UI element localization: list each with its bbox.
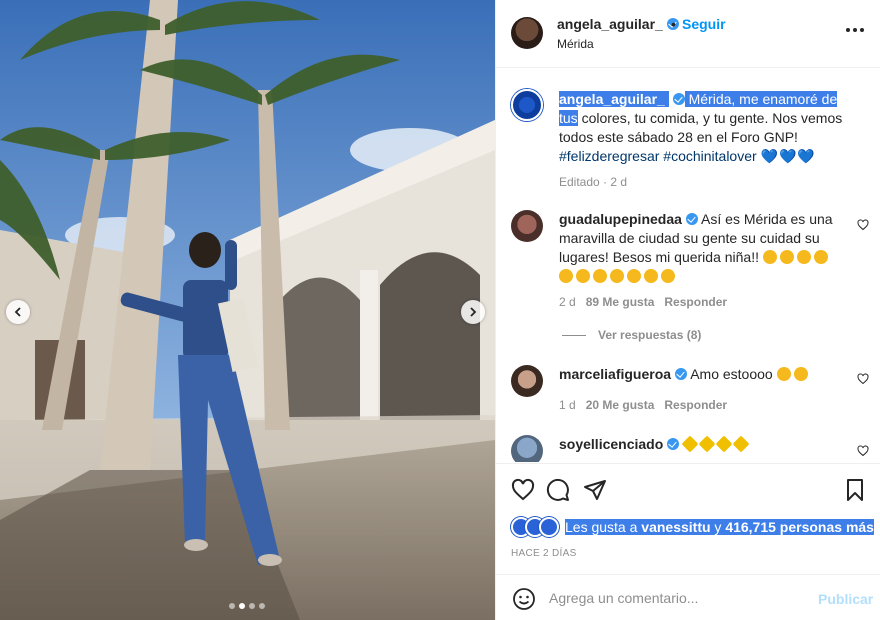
hashtag-link[interactable]: #felizderegresar (559, 148, 659, 164)
blue-hearts-emoji: 💙💙💙 (760, 148, 816, 164)
comment-likes-count[interactable]: 20 Me gusta (586, 398, 655, 412)
caption-edited-time: Editado · 2 d (559, 175, 628, 189)
post-actions: Les gusta a vanessittu y 416,715 persona… (496, 463, 880, 573)
post-photo[interactable] (0, 0, 495, 620)
carousel-indicator (229, 603, 265, 609)
caption-author-avatar[interactable] (511, 89, 543, 121)
like-comment-heart-icon[interactable] (857, 373, 869, 385)
commenter-username[interactable]: marceliafigueroa (559, 366, 671, 382)
verified-badge-icon (672, 93, 685, 105)
post-sidebar: angela_aguilar_ • Seguir Mérida angela_a… (495, 0, 880, 620)
separator-dot: • (671, 16, 676, 32)
more-options-icon[interactable] (846, 28, 866, 36)
like-comment-heart-icon[interactable] (857, 445, 869, 457)
likes-text: Les gusta a vanessittu y 416,715 persona… (565, 519, 874, 535)
sparkle-emoji (681, 435, 751, 453)
commenter-avatar[interactable] (511, 365, 543, 397)
post-header: angela_aguilar_ • Seguir Mérida (496, 0, 880, 68)
save-bookmark-icon[interactable] (843, 478, 867, 502)
caption-text: colores, tu comida, y tu gente. Nos vemo… (559, 110, 843, 145)
likes-summary[interactable]: Les gusta a vanessittu y 416,715 persona… (511, 517, 874, 537)
author-avatar[interactable] (511, 17, 543, 49)
hashtag-link[interactable]: #cochinitalover (663, 148, 756, 164)
photo-scene (0, 0, 495, 620)
share-paper-plane-icon[interactable] (583, 478, 607, 502)
commenter-avatar[interactable] (511, 210, 543, 242)
add-comment-input[interactable] (549, 588, 799, 608)
chevron-left-icon (14, 307, 21, 317)
liker-avatar (539, 517, 559, 537)
follow-button[interactable]: Seguir (682, 16, 726, 32)
carousel-dot-active (239, 603, 245, 609)
add-comment-bar: Publicar (496, 574, 880, 620)
publish-comment-button[interactable]: Publicar (818, 591, 873, 607)
comment-text: soyellicenciado (559, 435, 839, 454)
caption-username[interactable]: angela_aguilar_ (559, 91, 665, 107)
heart-eyes-emoji (776, 366, 811, 382)
post-caption: angela_aguilar_ Mérida, me enamoré de tu… (559, 90, 859, 166)
commenter-username[interactable]: guadalupepinedaa (559, 211, 682, 227)
comment-meta: 2 d 89 Me gusta Responder (559, 295, 728, 309)
carousel-dot (249, 603, 255, 609)
reply-button[interactable]: Responder (664, 398, 727, 412)
instagram-post-modal: angela_aguilar_ • Seguir Mérida angela_a… (0, 0, 880, 620)
like-heart-icon[interactable] (511, 478, 535, 502)
chevron-right-icon (470, 307, 477, 317)
commenter-username[interactable]: soyellicenciado (559, 436, 663, 452)
comment-bubble-icon[interactable] (546, 478, 570, 502)
previous-photo-button[interactable] (6, 300, 30, 324)
next-photo-button[interactable] (461, 300, 485, 324)
verified-badge-icon (685, 213, 698, 225)
comment-text: guadalupepinedaa Así es Mérida es una ma… (559, 210, 839, 286)
view-replies-button[interactable]: Ver respuestas (8) (562, 328, 701, 342)
carousel-dot (229, 603, 235, 609)
post-timestamp[interactable]: HACE 2 DÍAS (511, 548, 577, 559)
comments-list[interactable]: angela_aguilar_ Mérida, me enamoré de tu… (496, 69, 880, 462)
author-username[interactable]: angela_aguilar_ (557, 16, 679, 32)
verified-badge-icon (667, 438, 680, 450)
comment-likes-count[interactable]: 89 Me gusta (586, 295, 655, 309)
commenter-avatar[interactable] (511, 435, 543, 462)
carousel-dot (259, 603, 265, 609)
comment-text: marceliafigueroa Amo estoooo (559, 365, 839, 384)
comment-meta: 1 d 20 Me gusta Responder (559, 398, 728, 412)
like-comment-heart-icon[interactable] (857, 219, 869, 231)
likes-count[interactable]: 416,715 personas más (725, 519, 874, 535)
emoji-smiley-icon[interactable] (512, 587, 536, 611)
verified-badge-icon (675, 368, 688, 380)
liker-username[interactable]: vanessittu (641, 519, 710, 535)
reply-button[interactable]: Responder (664, 295, 727, 309)
post-location[interactable]: Mérida (557, 37, 594, 51)
